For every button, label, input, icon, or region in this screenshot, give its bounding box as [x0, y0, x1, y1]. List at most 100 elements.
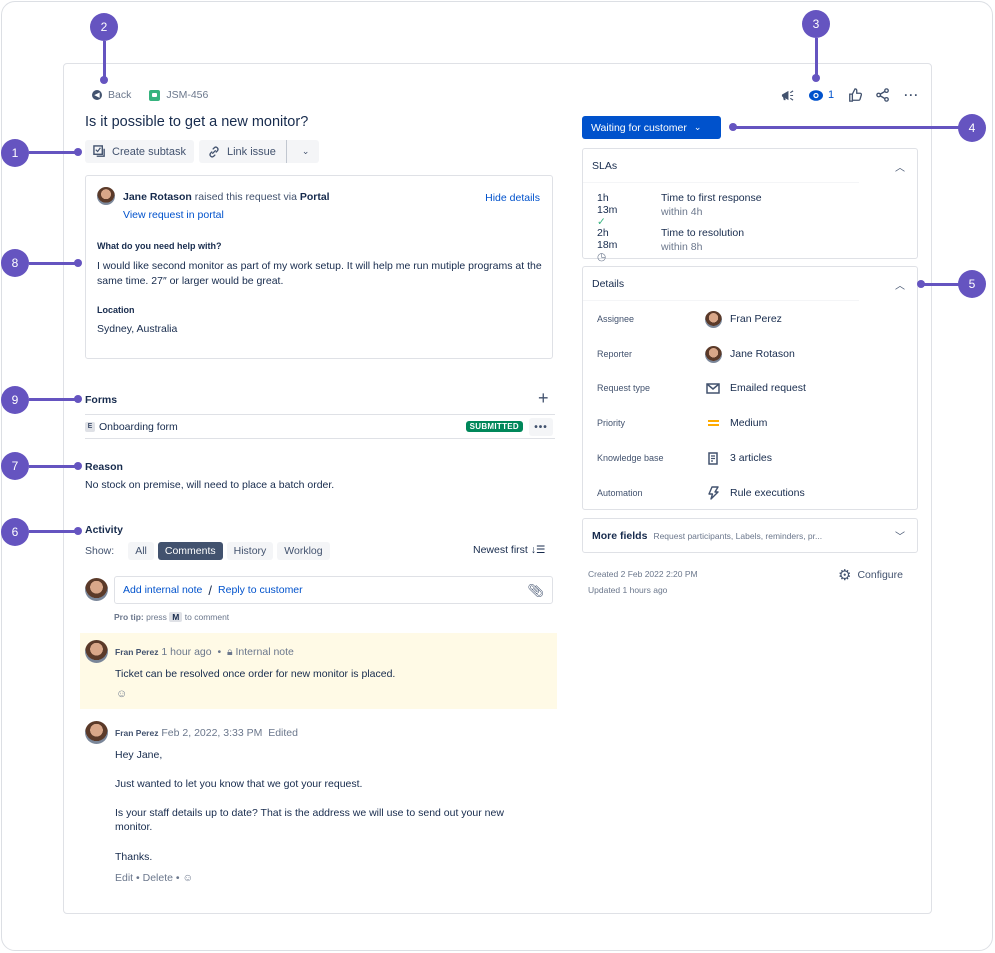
activity-filter-bar: Show: All Comments History Worklog [85, 542, 330, 560]
request-channel: Portal [299, 191, 330, 203]
megaphone-icon[interactable] [780, 89, 795, 102]
annotation-line [29, 398, 77, 401]
form-item[interactable]: E Onboarding form SUBMITTED ••• [85, 414, 555, 439]
keyboard-shortcut-key: M [169, 612, 183, 622]
sort-order-button[interactable]: Newest first ↓☰ [473, 544, 545, 556]
sla-time-value: 1h 13m [597, 192, 618, 216]
edit-comment-link[interactable]: Edit [115, 872, 133, 884]
sla-time-value: 2h 18m [597, 227, 618, 251]
filter-worklog[interactable]: Worklog [277, 542, 330, 560]
filter-history[interactable]: History [226, 542, 274, 560]
chevron-up-icon[interactable]: ︿ [895, 159, 905, 174]
activity-heading: Activity [85, 524, 123, 536]
watcher-count: 1 [828, 89, 835, 101]
filter-comments[interactable]: Comments [157, 542, 223, 560]
comment-visibility: Internal note [235, 646, 294, 658]
current-user-avatar [85, 578, 108, 601]
more-fields-summary: Request participants, Labels, reminders,… [653, 530, 823, 541]
comment-body: Ticket can be resolved once order for ne… [115, 668, 396, 680]
attachment-icon[interactable]: 📎︎ [527, 583, 544, 599]
detail-value[interactable]: Rule executions [730, 487, 805, 499]
link-issue-button[interactable]: Link issue ⌄ [198, 140, 320, 163]
chevron-down-icon: ﹀ [895, 532, 905, 543]
bullet: • [136, 872, 140, 884]
divider [285, 140, 287, 163]
annotation-marker-4: 4 [958, 114, 986, 142]
detail-value[interactable]: Fran Perez [730, 313, 782, 325]
reply-to-customer-link[interactable]: Reply to customer [218, 584, 303, 596]
detail-row-assignee: Assignee Fran Perez [597, 309, 897, 329]
comment-time[interactable]: Feb 2, 2022, 3:33 PM [161, 727, 262, 739]
chevron-up-icon[interactable]: ︿ [895, 277, 905, 292]
reason-value[interactable]: No stock on premise, will need to place … [85, 479, 334, 491]
add-form-button[interactable]: + [538, 389, 549, 407]
comment-author[interactable]: Fran Perez [115, 647, 158, 657]
annotation-line [732, 126, 960, 129]
sort-icon: ↓☰ [530, 544, 546, 556]
create-subtask-button[interactable]: Create subtask [85, 140, 194, 163]
hide-details-link[interactable]: Hide details [485, 192, 540, 204]
delete-comment-link[interactable]: Delete [143, 872, 173, 884]
more-actions-icon[interactable]: ··· [904, 88, 919, 102]
sla-target: within 8h [661, 241, 703, 253]
link-icon [209, 146, 219, 157]
status-transition-button[interactable]: Waiting for customer ⌄ [582, 116, 721, 139]
annotation-dot [812, 74, 820, 82]
detail-value[interactable]: Medium [730, 417, 767, 429]
form-more-button[interactable]: ••• [529, 418, 553, 436]
reporter-name[interactable]: Jane Rotason [123, 191, 192, 203]
annotation-marker-2: 2 [90, 13, 118, 41]
add-reaction-icon[interactable]: ☺ [116, 688, 127, 700]
annotation-line [103, 41, 106, 79]
slas-heading[interactable]: SLAs [583, 149, 859, 183]
comment-author[interactable]: Fran Perez [115, 728, 158, 738]
configure-button[interactable]: ⚙ Configure [838, 566, 903, 584]
watch-button[interactable]: 1 [809, 89, 834, 101]
location-value: Sydney, Australia [97, 323, 178, 335]
raised-by-line: Jane Rotason raised this request via Por… [123, 191, 330, 203]
issue-title[interactable]: Is it possible to get a new monitor? [85, 114, 308, 130]
detail-value[interactable]: 3 articles [730, 452, 772, 464]
add-internal-note-link[interactable]: Add internal note [123, 584, 202, 596]
comment-body-line: Hey Jane, [115, 749, 163, 761]
detail-row-priority: Priority Medium [597, 413, 897, 433]
detail-label: Reporter [597, 349, 633, 359]
breadcrumb: ◀ Back JSM-456 [92, 89, 208, 101]
detail-value[interactable]: Emailed request [730, 382, 806, 394]
comment-body-line: Just wanted to let you know that we got … [115, 778, 363, 790]
pro-tip-press: press [146, 612, 167, 622]
filter-all[interactable]: All [128, 542, 154, 560]
chevron-down-icon[interactable]: ⌄ [297, 146, 320, 157]
pro-tip-suffix: to comment [184, 612, 230, 622]
lightning-icon [703, 486, 723, 500]
comment-input[interactable]: Add internal note / Reply to customer 📎︎ [114, 576, 553, 604]
add-reaction-icon[interactable]: ☺ [183, 872, 194, 884]
annotation-marker-8: 8 [1, 249, 29, 277]
annotation-dot [74, 462, 82, 470]
annotation-marker-6: 6 [1, 518, 29, 546]
annotation-line [815, 38, 818, 76]
annotation-line [29, 465, 77, 468]
pro-tip: Pro tip: press M to comment [114, 612, 229, 622]
back-link[interactable]: Back [108, 89, 131, 101]
issue-key-link[interactable]: JSM-456 [166, 89, 208, 101]
annotation-line [29, 151, 77, 154]
comment-meta: Fran Perez 1 hour ago • 🔒︎ Internal note [115, 646, 294, 659]
share-icon[interactable] [876, 88, 890, 102]
detail-value[interactable]: Jane Rotason [730, 348, 795, 360]
form-name[interactable]: Onboarding form [99, 421, 178, 433]
lock-icon: 🔒︎ [226, 646, 233, 658]
details-heading[interactable]: Details [583, 267, 859, 301]
more-fields-panel[interactable]: More fields Request participants, Labels… [582, 518, 918, 553]
comment-time[interactable]: 1 hour ago [161, 646, 211, 658]
view-request-in-portal-link[interactable]: View request in portal [123, 209, 224, 221]
comment-body-line: Is your staff details up to date? That i… [115, 807, 504, 833]
detail-label: Knowledge base [597, 453, 664, 463]
link-issue-label: Link issue [226, 145, 276, 158]
comment-meta: Fran Perez Feb 2, 2022, 3:33 PM Edited [115, 727, 298, 739]
detail-row-reporter: Reporter Jane Rotason [597, 344, 897, 364]
status-label: Waiting for customer [591, 121, 687, 134]
thumbs-up-icon[interactable] [848, 88, 863, 102]
bullet: • [217, 646, 222, 658]
annotation-marker-5: 5 [958, 270, 986, 298]
